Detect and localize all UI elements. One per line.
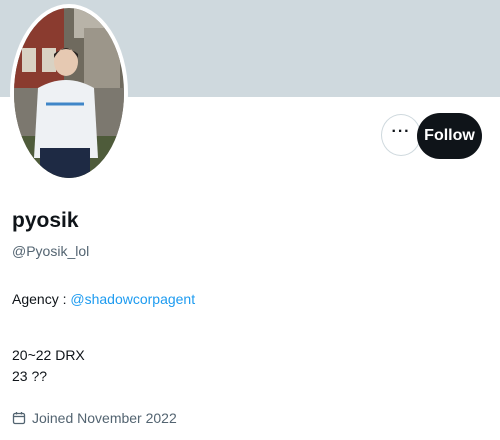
profile-display-name: pyosik (12, 209, 79, 232)
profile-handle: @Pyosik_lol (12, 243, 90, 259)
agency-mention-link[interactable]: @shadowcorpagent (70, 291, 195, 307)
joined-text: Joined November 2022 (32, 410, 177, 426)
bio-agency-line: Agency : @shadowcorpagent (12, 291, 195, 307)
profile-avatar[interactable] (10, 4, 128, 182)
bio-line-2: 20~22 DRX (12, 347, 85, 363)
bio-agency-prefix: Agency : (12, 291, 71, 307)
follow-button[interactable]: Follow (417, 113, 482, 159)
calendar-icon (12, 411, 26, 425)
bio-line-3: 23 ?? (12, 368, 48, 384)
more-horizontal-icon: ··· (391, 123, 411, 140)
joined-date: Joined November 2022 (12, 410, 177, 426)
avatar-photo (14, 8, 124, 178)
more-options-button[interactable]: ··· (381, 114, 421, 156)
